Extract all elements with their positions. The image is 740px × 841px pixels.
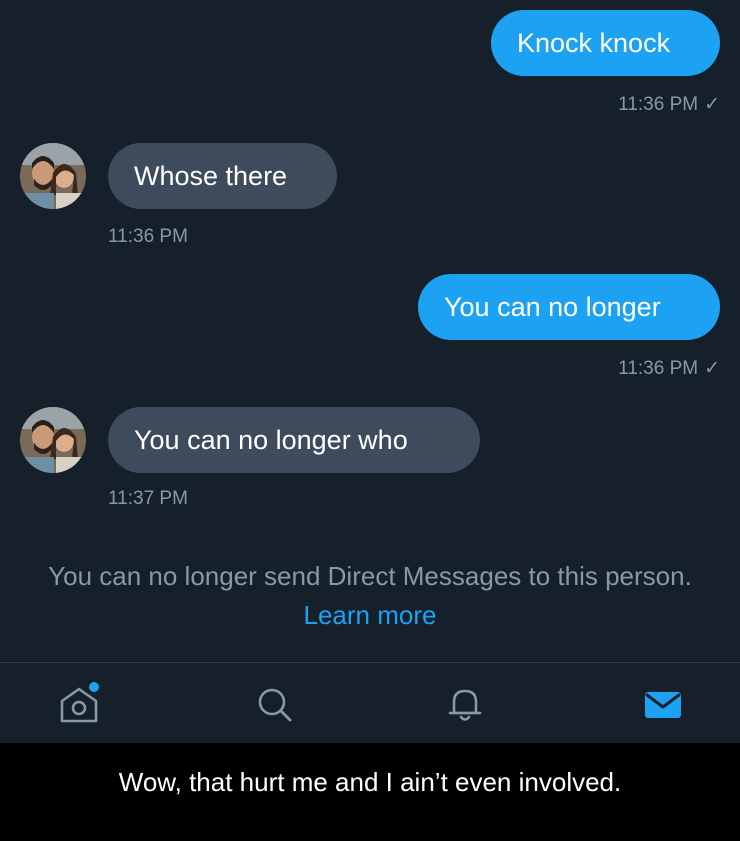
timestamp-text: 11:36 PM [618,358,699,379]
unread-dot-icon [89,682,99,692]
incoming-message-bubble[interactable]: You can no longer who [108,407,480,473]
outgoing-message-bubble[interactable]: Knock knock [491,10,720,76]
learn-more-link[interactable]: Learn more [304,600,437,630]
outgoing-message-bubble[interactable]: You can no longer [418,274,720,340]
message-timestamp: 11:36 PM ✓ [618,357,720,380]
home-icon [60,682,99,723]
meme-caption: Wow, that hurt me and I ain’t even invol… [0,743,740,841]
bottom-nav-bar [0,663,740,743]
search-icon [258,688,292,722]
sent-check-icon: ✓ [704,358,720,379]
dm-conversation: Knock knock 11:36 PM ✓ Whose there 11:36 … [0,0,740,743]
avatar-photo-icon [20,407,86,473]
nav-home-button[interactable] [56,681,102,727]
dm-disabled-notice: You can no longer send Direct Messages t… [20,557,720,635]
notifications-icon [448,689,482,721]
timestamp-text: 11:36 PM [618,94,699,115]
nav-messages-button[interactable] [640,681,686,727]
message-timestamp: 11:37 PM [108,488,188,510]
message-timestamp: 11:36 PM ✓ [618,93,720,116]
timestamp-text: 11:36 PM [108,226,188,247]
incoming-message-bubble[interactable]: Whose there [108,143,337,209]
messages-icon [645,692,681,718]
nav-notifications-button[interactable] [442,681,488,727]
message-timestamp: 11:36 PM [108,226,188,248]
sent-check-icon: ✓ [704,94,720,115]
timestamp-text: 11:37 PM [108,488,188,509]
nav-search-button[interactable] [251,681,297,727]
avatar-photo-icon [20,143,86,209]
avatar[interactable] [20,407,86,473]
notice-text: You can no longer send Direct Messages t… [48,561,692,591]
avatar[interactable] [20,143,86,209]
